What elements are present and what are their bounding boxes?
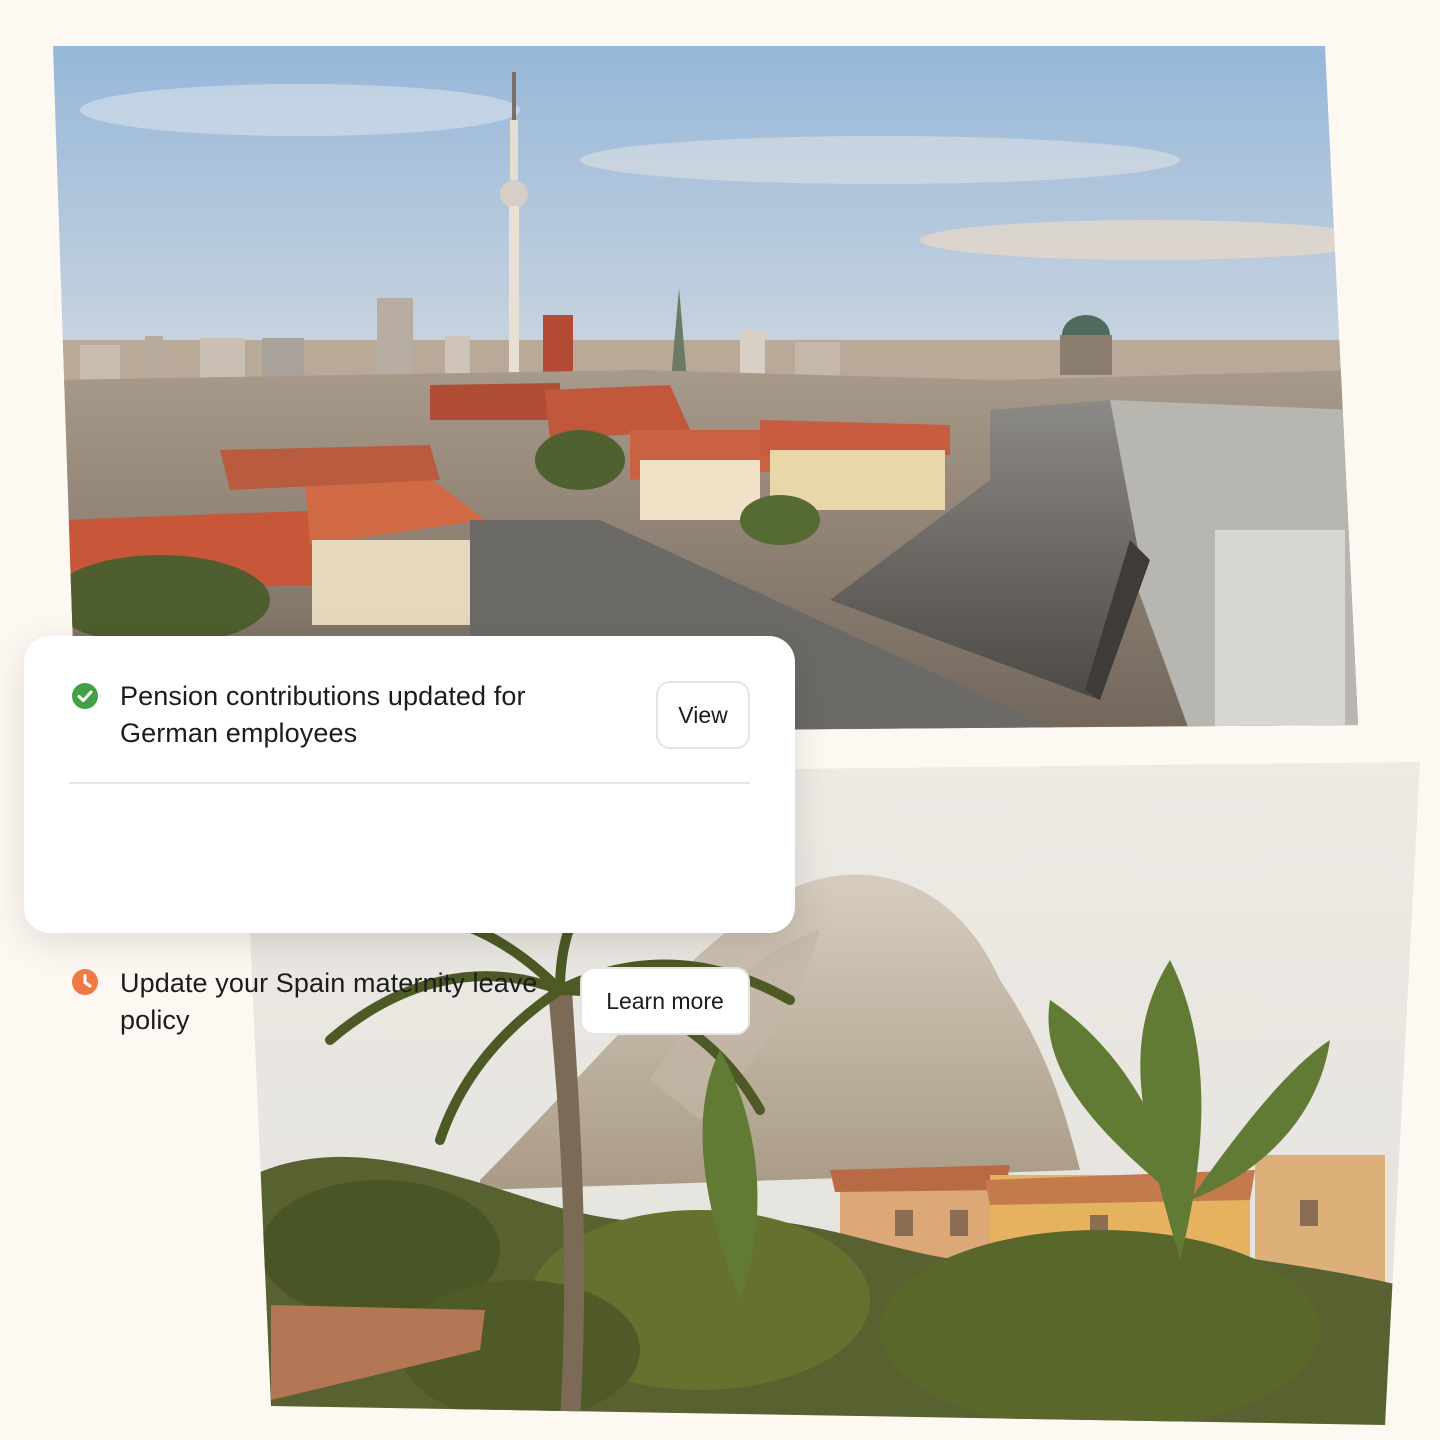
clock-icon (71, 968, 99, 996)
learn-more-button[interactable]: Learn more (580, 967, 750, 1035)
notification-item: Pension contributions updated for German… (24, 636, 795, 782)
notification-message: Pension contributions updated for German… (120, 681, 526, 748)
notification-message: Update your Spain maternity leave policy (120, 968, 538, 1035)
notification-card: Pension contributions updated for German… (24, 636, 795, 1035)
view-button[interactable]: View (656, 681, 750, 749)
check-circle-icon (71, 682, 99, 710)
notification-item: Update your Spain maternity leave policy… (24, 784, 795, 1035)
